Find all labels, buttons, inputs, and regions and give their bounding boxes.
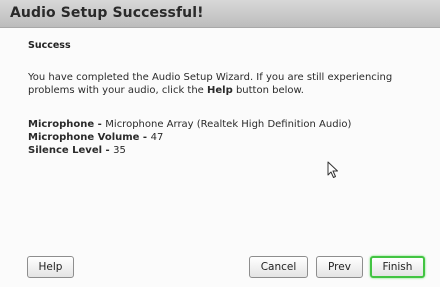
dialog-content: [0, 28, 440, 287]
cancel-button[interactable]: Cancel: [249, 256, 308, 278]
mouse-pointer-icon: [327, 161, 338, 178]
success-heading: Success: [28, 40, 71, 51]
message-help-keyword: Help: [207, 85, 233, 96]
help-button[interactable]: Help: [27, 256, 74, 278]
silence-level-info: Silence Level - 35: [28, 145, 126, 156]
microphone-value: Microphone Array (Realtek High Definitio…: [105, 119, 352, 130]
microphone-volume-label: Microphone Volume -: [28, 132, 151, 143]
microphone-volume-info: Microphone Volume - 47: [28, 132, 163, 143]
microphone-label: Microphone -: [28, 119, 106, 130]
microphone-volume-value: 47: [150, 132, 164, 143]
finish-button[interactable]: Finish: [370, 256, 425, 278]
completion-message: You have completed the Audio Setup Wizar…: [28, 71, 428, 97]
microphone-info: Microphone - Microphone Array (Realtek H…: [28, 119, 351, 130]
message-text-end: button below.: [232, 85, 304, 96]
audio-setup-dialog: Audio Setup Successful! Success You have…: [0, 0, 440, 287]
title-bar[interactable]: Audio Setup Successful!: [0, 0, 440, 28]
dialog-title: Audio Setup Successful!: [10, 5, 204, 21]
silence-level-value: 35: [113, 145, 126, 156]
prev-button[interactable]: Prev: [316, 256, 363, 278]
silence-level-label: Silence Level -: [28, 145, 114, 156]
